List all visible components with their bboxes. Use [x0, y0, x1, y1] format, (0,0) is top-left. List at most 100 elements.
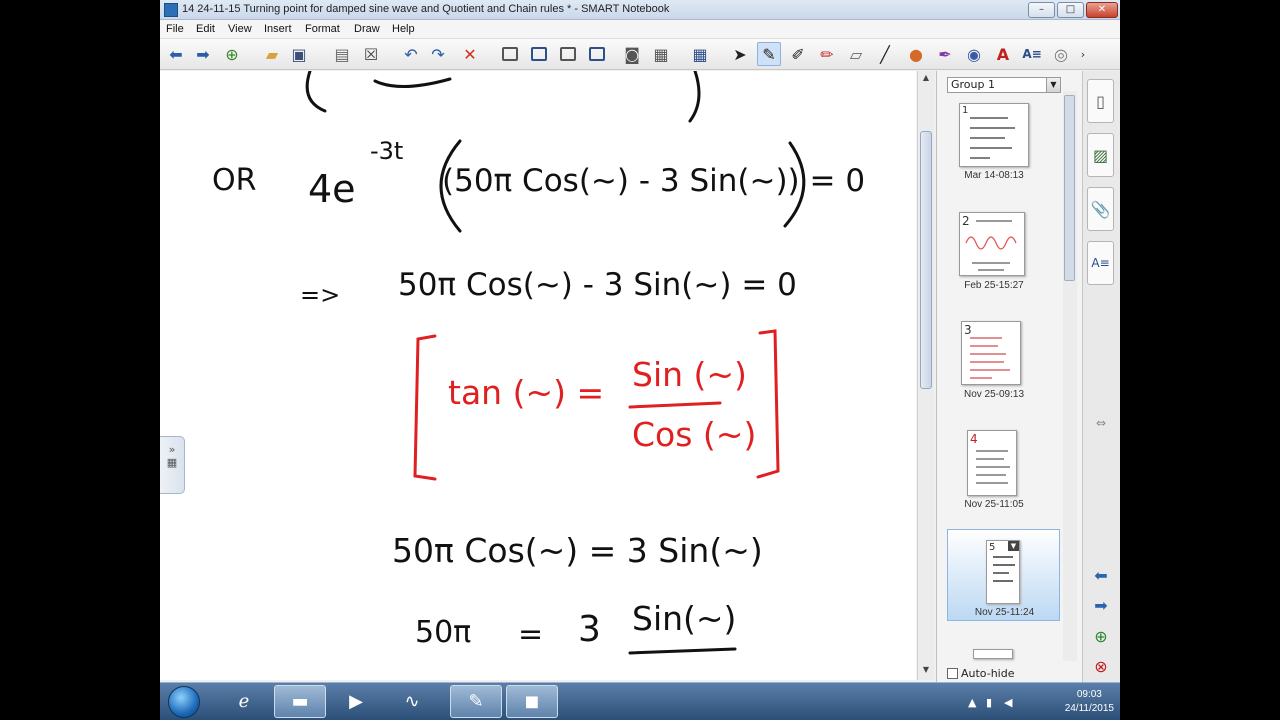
pen-icon[interactable]: ✎	[757, 42, 781, 66]
close-button[interactable]: ✕	[1086, 2, 1118, 18]
system-tray: ▲ ▮ ◀ 09:03 24/11/2015	[960, 683, 1120, 720]
minimize-button[interactable]: –	[1028, 2, 1055, 18]
box-right-bracket	[756, 329, 780, 479]
line1-exponent: -3t	[370, 137, 404, 165]
checkbox-box[interactable]	[947, 668, 958, 679]
page-thumbnail-partial[interactable]	[973, 649, 1013, 659]
sorter-scroll-thumb[interactable]	[1064, 95, 1075, 281]
add-page-icon[interactable]: ⊕	[220, 42, 244, 66]
delete-page-side-icon[interactable]: ⊗	[1089, 657, 1113, 677]
graph-app-icon[interactable]: ∿	[386, 685, 438, 718]
line2-implies: =>	[300, 281, 341, 309]
capture-icon[interactable]: ◙	[620, 42, 644, 66]
menu-edit[interactable]: Edit	[196, 23, 215, 35]
delete-icon[interactable]: ✕	[458, 42, 482, 66]
network-icon[interactable]: ▮	[986, 696, 992, 709]
measurement-tools-icon[interactable]: ◎	[1049, 42, 1073, 66]
page-thumbnail-1[interactable]: 1	[959, 103, 1029, 167]
line-icon[interactable]: ╱	[873, 42, 897, 66]
menu-format[interactable]: Format	[305, 23, 340, 35]
save-icon[interactable]: ▣	[287, 42, 311, 66]
next-page-icon[interactable]: ➡	[1089, 596, 1113, 616]
maximize-button[interactable]: □	[1057, 2, 1084, 18]
undo-icon[interactable]: ↶	[399, 42, 423, 66]
show-hidden-icons-icon[interactable]: ▲	[968, 696, 976, 709]
properties-icon[interactable]: A≡	[1020, 42, 1044, 66]
text-icon[interactable]: A	[991, 42, 1015, 66]
menu-insert[interactable]: Insert	[264, 23, 292, 35]
clock-date: 24/11/2015	[1064, 703, 1114, 714]
box-tan-lhs: tan (~) =	[448, 373, 605, 412]
document-camera-icon[interactable]: ▦	[649, 42, 673, 66]
scroll-down-icon[interactable]: ▼	[920, 665, 932, 677]
box-fraction-line	[628, 401, 722, 409]
back-arrow-icon[interactable]: ⬅	[164, 42, 188, 66]
workspace-canvas[interactable]: OR 4e -3t (50π Cos(~) - 3 Sin(~)) = 0 =>…	[160, 71, 916, 680]
open-folder-icon[interactable]: ▰	[260, 42, 284, 66]
delete-page-icon[interactable]: ☒	[359, 42, 383, 66]
creative-pen-icon[interactable]: ✐	[786, 42, 810, 66]
properties-tab-icon[interactable]: A≡	[1087, 241, 1114, 285]
windows-taskbar: ℯ ▬ ▶ ∿ ✎ ◼ ▲ ▮ ◀ 09:03 24/11/2015	[160, 682, 1120, 720]
volume-icon[interactable]: ◀	[1004, 696, 1012, 709]
selected-page-highlight[interactable]: 5 ▼ Nov 25-11:24	[947, 529, 1060, 621]
file-explorer-icon[interactable]: ▬	[274, 685, 326, 718]
gallery-tab-icon[interactable]: ▨	[1087, 133, 1114, 177]
paste-icon[interactable]: ▤	[330, 42, 354, 66]
line2-expression: 50π Cos(~) - 3 Sin(~) = 0	[398, 267, 797, 303]
table-icon[interactable]: ▦	[688, 42, 712, 66]
page-sorter-tab-icon[interactable]: ▯	[1087, 79, 1114, 123]
box-denominator: Cos (~)	[632, 415, 757, 454]
line1-coefficient: 4e	[308, 167, 356, 211]
eraser-icon[interactable]: ▱	[844, 42, 868, 66]
menu-view[interactable]: View	[228, 23, 252, 35]
scroll-up-icon[interactable]: ▲	[920, 73, 932, 85]
page-label-1: Mar 14-08:13	[964, 170, 1024, 181]
app-icon	[164, 3, 178, 17]
page-thumbnail-5[interactable]: 5 ▼	[986, 540, 1020, 604]
sorter-scrollbar[interactable]	[1063, 91, 1077, 661]
page-thumbnail-2[interactable]: 2	[959, 212, 1025, 276]
line1-or: OR	[212, 163, 257, 198]
display-screen-icon[interactable]	[585, 42, 609, 66]
page-menu-icon[interactable]: ▼	[1008, 541, 1019, 551]
move-sidebar-icon[interactable]: ⇔	[1089, 416, 1113, 436]
media-player-icon[interactable]: ▶	[330, 685, 382, 718]
add-page-side-icon[interactable]: ⊕	[1089, 627, 1113, 647]
toolbar-more-icon[interactable]: ›	[1076, 42, 1090, 66]
magic-pen-icon[interactable]: ✒	[933, 42, 957, 66]
select-pointer-icon[interactable]: ➤	[728, 42, 752, 66]
menu-help[interactable]: Help	[392, 23, 415, 35]
page-thumbnail-3[interactable]: 3	[961, 321, 1021, 385]
transparent-background-icon[interactable]	[556, 42, 580, 66]
line3-expression: 50π Cos(~) = 3 Sin(~)	[392, 531, 763, 570]
menu-file[interactable]: File	[166, 23, 184, 35]
page-label-4: Nov 25-11:05	[964, 499, 1024, 510]
recorder-task-icon[interactable]: ◼	[506, 685, 558, 718]
clock[interactable]: 09:03 24/11/2015	[1065, 688, 1114, 716]
internet-explorer-icon[interactable]: ℯ	[218, 685, 270, 718]
attachments-tab-icon[interactable]: 📎	[1087, 187, 1114, 231]
fill-icon[interactable]: ◉	[962, 42, 986, 66]
menu-draw[interactable]: Draw	[354, 23, 380, 35]
start-button[interactable]	[168, 686, 200, 718]
full-screen-icon[interactable]	[527, 42, 551, 66]
shapes-icon[interactable]: ●	[904, 42, 928, 66]
toolbar-handle[interactable]: » ▦	[160, 436, 185, 494]
canvas-scroll-thumb[interactable]	[920, 131, 932, 389]
forward-arrow-icon[interactable]: ➡	[191, 42, 215, 66]
page-thumbnail-4[interactable]: 4	[967, 430, 1017, 496]
canvas-scrollbar[interactable]: ▲ ▼	[917, 71, 934, 680]
main-toolbar: ⬅ ➡ ⊕ ▰ ▣ ▤ ☒ ↶ ↷ ✕ ◙ ▦ ▦ ➤ ✎ ✐ ✏ ▱ ╱ ● …	[160, 39, 1120, 70]
line4-three: 3	[578, 609, 601, 650]
smart-notebook-task-icon[interactable]: ✎	[450, 685, 502, 718]
redo-icon[interactable]: ↷	[426, 42, 450, 66]
chevron-down-icon[interactable]: ▼	[1046, 78, 1060, 92]
title-bar[interactable]: 14 24-11-15 Turning point for damped sin…	[160, 0, 1120, 20]
screen-shade-icon[interactable]	[498, 42, 522, 66]
group-dropdown[interactable]: Group 1 ▼	[947, 77, 1061, 93]
auto-hide-checkbox[interactable]: Auto-hide	[947, 667, 1015, 680]
highlighter-icon[interactable]: ✏	[815, 42, 839, 66]
line4-fraction-line	[628, 647, 737, 655]
previous-page-icon[interactable]: ⬅	[1089, 566, 1113, 586]
